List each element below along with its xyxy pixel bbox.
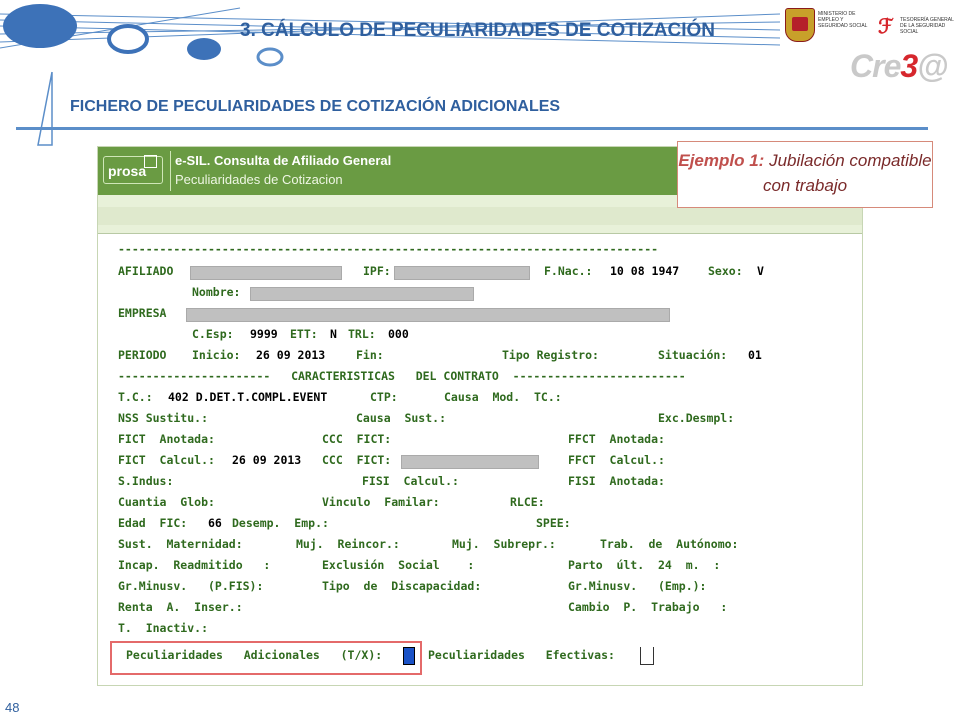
section-caracteristicas: ---------------------- CARACTERISTICAS D… [118, 369, 686, 383]
value-inicio: 26 09 2013 [256, 348, 326, 362]
label-tipo-discapacidad: Tipo de Discapacidad: [322, 579, 482, 593]
ministry-logo-text: MINISTERIO DE EMPLEO Y SEGURIDAD SOCIAL [818, 11, 868, 29]
prosa-box-icon [144, 155, 157, 168]
page-title: 3. CÁLCULO DE PECULIARIDADES DE COTIZACI… [240, 20, 716, 41]
tgss-mark-icon: ℱ [878, 16, 894, 38]
redacted-field [190, 266, 342, 280]
label-empresa: EMPRESA [118, 306, 167, 320]
value-ett: N [330, 327, 337, 341]
label-sust-maternidad: Sust. Maternidad: [118, 537, 243, 551]
label-s-indus: S.Indus: [118, 474, 174, 488]
label-fisi-calcul: FISI Calcul.: [362, 474, 459, 488]
app-subtitle: Peculiaridades de Cotizacion [175, 172, 343, 187]
label-trl: TRL: [348, 327, 376, 341]
separator-line: ----------------------------------------… [118, 242, 659, 256]
label-ffct-calcul: FFCT Calcul.: [568, 453, 665, 467]
label-fict-calcul: FICT Calcul.: [118, 453, 215, 467]
label-cuantia-glob: Cuantia Glob: [118, 495, 215, 509]
label-rlce: RLCE: [510, 495, 545, 509]
label-fin: Fin: [356, 348, 384, 362]
value-tc: 402 D.DET.T.COMPL.EVENT [168, 390, 328, 404]
toolbar-strip [98, 207, 862, 225]
label-fict-anotada: FICT Anotada: [118, 432, 215, 446]
label-situacion: Situación: [658, 348, 728, 362]
label-incap-readmitido: Incap. Readmitido : [118, 558, 271, 572]
redacted-field [401, 455, 539, 469]
crea-logo: Cre3@ [850, 48, 948, 85]
value-edad-fic: 66 [208, 516, 222, 530]
label-ccc-fict: CCC FICT: [322, 432, 392, 446]
label-tipo-registro: Tipo Registro: [502, 348, 599, 362]
section-subtitle: FICHERO DE PECULIARIDADES DE COTIZACIÓN … [70, 98, 561, 115]
label-cesp: C.Esp: [192, 327, 234, 341]
label-desemp-emp: Desemp. Emp.: [232, 516, 329, 530]
callout-text: Jubilación compatible con trabajo [762, 151, 932, 195]
prosa-logo-text: prosa [108, 163, 147, 179]
label-ffct-anotada: FFCT Anotada: [568, 432, 665, 446]
label-edad-fic: Edad FIC: [118, 516, 188, 530]
example-callout: Ejemplo 1: Jubilación compatible con tra… [677, 141, 933, 208]
highlight-box [110, 641, 422, 675]
label-muj-reincor: Muj. Reincor.: [296, 537, 400, 551]
value-fict-calcul: 26 09 2013 [232, 453, 302, 467]
label-ipf: IPF: [363, 264, 391, 278]
label-cambio-trabajo: Cambio P. Trabajo : [568, 600, 728, 614]
value-situacion: 01 [748, 348, 762, 362]
value-trl: 000 [388, 327, 409, 341]
label-exc-desmpl: Exc.Desmpl: [658, 411, 735, 425]
label-ccc-fict-2: CCC FICT: [322, 453, 392, 467]
crea-logo-prefix: Cre [850, 48, 901, 84]
label-grminusv-pfis: Gr.Minusv. (P.FIS): [118, 579, 264, 593]
label-vinculo-familar: Vinculo Familar: [322, 495, 440, 509]
terminal-panel: ----------------------------------------… [98, 233, 862, 685]
value-sexo: V [757, 264, 764, 278]
coat-of-arms-icon [785, 8, 815, 42]
peculiaridades-adicionales-input[interactable] [403, 647, 415, 665]
label-nss-sustitu: NSS Sustitu.: [118, 411, 209, 425]
label-afiliado: AFILIADO [118, 264, 174, 278]
label-inicio: Inicio: [192, 348, 241, 362]
tgss-logo-text: TESORERÍA GENERAL DE LA SEGURIDAD SOCIAL [900, 17, 954, 35]
label-fnac: F.Nac.: [544, 264, 593, 278]
value-fnac: 10 08 1947 [610, 264, 680, 278]
redacted-field [186, 308, 670, 322]
crea-logo-suffix: @ [917, 48, 948, 84]
label-sexo: Sexo: [708, 264, 743, 278]
app-title: e-SIL. Consulta de Afiliado General [175, 153, 392, 168]
label-causa-sust: Causa Sust.: [356, 411, 447, 425]
label-nombre: Nombre: [192, 285, 241, 299]
label-fisi-anotada: FISI Anotada: [568, 474, 665, 488]
value-cesp: 9999 [250, 327, 278, 341]
header-separator [170, 151, 171, 191]
callout-label: Ejemplo 1: [678, 151, 765, 170]
page-number: 48 [5, 700, 20, 715]
label-trab-autonomo: Trab. de Autónomo: [600, 537, 739, 551]
label-peculiaridades-efectivas: Peculiaridades Efectivas: [428, 648, 615, 662]
label-tc: T.C.: [118, 390, 153, 404]
label-causa-mod-tc: Causa Mod. TC.: [444, 390, 562, 404]
label-spee: SPEE: [536, 516, 571, 530]
terminal-screenshot: prosa e-SIL. Consulta de Afiliado Genera… [97, 146, 863, 686]
label-grminusv-emp: Gr.Minusv. (Emp.): [568, 579, 707, 593]
label-ett: ETT: [290, 327, 318, 341]
subtitle-underline [16, 127, 928, 130]
label-ctp: CTP: [370, 390, 398, 404]
redacted-field [394, 266, 530, 280]
label-periodo: PERIODO [118, 348, 167, 362]
label-parto-ult: Parto últ. 24 m. : [568, 558, 721, 572]
peculiaridades-efectivas-input[interactable] [640, 647, 654, 665]
label-muj-subrepr: Muj. Subrepr.: [452, 537, 556, 551]
label-exclusion-social: Exclusión Social : [322, 558, 475, 572]
label-t-inactiv: T. Inactiv.: [118, 621, 209, 635]
redacted-field [250, 287, 474, 301]
crea-logo-three: 3 [900, 48, 918, 84]
tgss-logo: ℱ TESORERÍA GENERAL DE LA SEGURIDAD SOCI… [876, 12, 956, 42]
ministry-logo: MINISTERIO DE EMPLEO Y SEGURIDAD SOCIAL [782, 4, 870, 44]
label-renta-inser: Renta A. Inser.: [118, 600, 243, 614]
